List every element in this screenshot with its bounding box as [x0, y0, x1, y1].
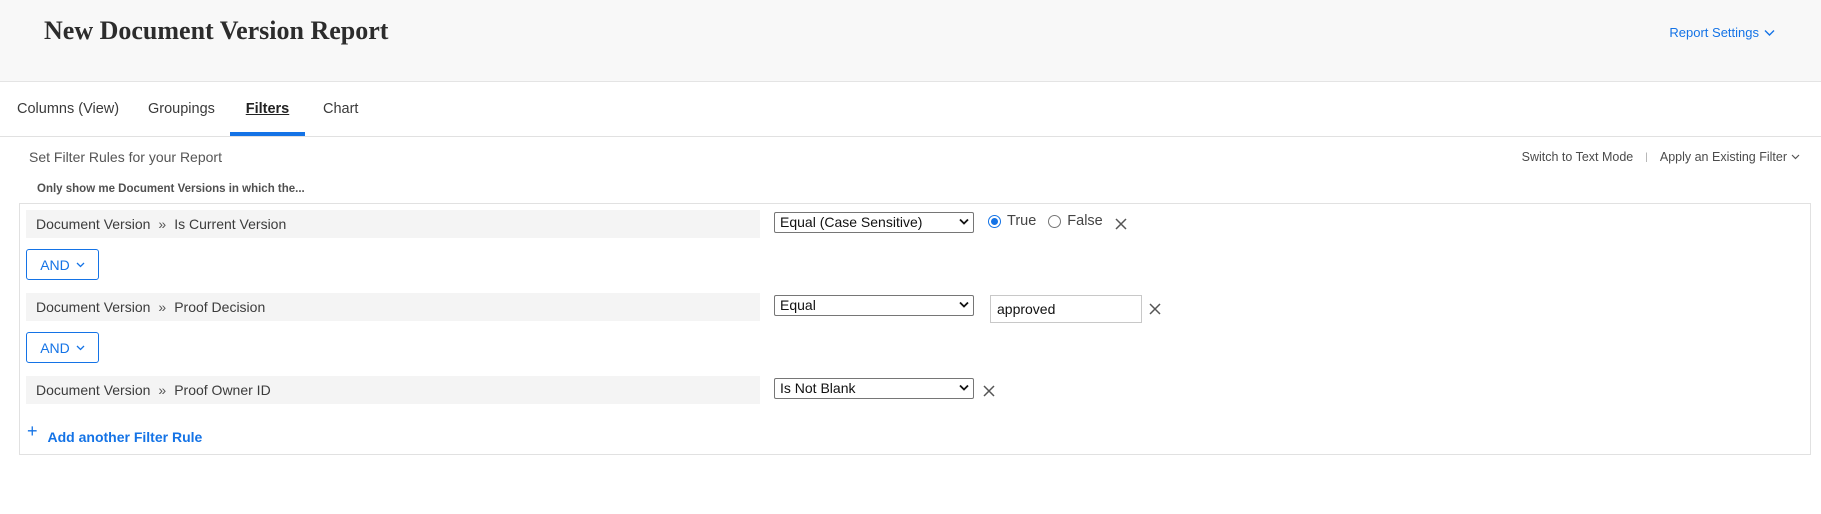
chevron-down-icon: [1764, 29, 1775, 36]
report-tabs: Columns (View) Groupings Filters Chart: [0, 82, 1821, 137]
report-settings-button[interactable]: Report Settings: [1669, 25, 1775, 40]
filter-field-path[interactable]: Document Version » Is Current Version: [26, 210, 760, 238]
filter-toolbar: Switch to Text Mode | Apply an Existing …: [1522, 150, 1800, 164]
filter-intro-text: Only show me Document Versions in which …: [37, 183, 305, 195]
connector-label: AND: [40, 339, 70, 356]
operator-select[interactable]: Is Not Blank: [774, 378, 974, 399]
field-name: Is Current Version: [174, 216, 287, 232]
chevron-down-icon: [959, 384, 969, 391]
false-radio[interactable]: [1048, 214, 1062, 228]
double-chevron-right-icon: »: [158, 299, 167, 315]
switch-to-text-mode-link[interactable]: Switch to Text Mode: [1522, 150, 1634, 164]
filter-field-path[interactable]: Document Version » Proof Decision: [26, 293, 760, 321]
and-connector-button[interactable]: AND: [26, 249, 99, 280]
boolean-radio-group: True False: [988, 213, 1115, 229]
operator-value: Is Not Blank: [780, 380, 856, 396]
chevron-down-icon: [76, 345, 85, 350]
filter-field-path[interactable]: Document Version » Proof Owner ID: [26, 376, 760, 404]
section-title: Set Filter Rules for your Report: [29, 149, 222, 165]
chevron-down-icon: [959, 218, 969, 225]
operator-value: Equal (Case Sensitive): [780, 214, 923, 230]
field-object: Document Version: [36, 216, 151, 232]
apply-existing-filter-button[interactable]: Apply an Existing Filter: [1660, 150, 1800, 164]
apply-existing-filter-label: Apply an Existing Filter: [1659, 150, 1787, 164]
page-title: New Document Version Report: [44, 16, 389, 45]
true-radio-label: True: [1007, 213, 1037, 229]
field-name: Proof Owner ID: [174, 382, 271, 398]
filter-value-input[interactable]: approved: [990, 295, 1142, 323]
field-name: Proof Decision: [174, 299, 266, 315]
chevron-down-icon: [76, 262, 85, 267]
tab-chart[interactable]: Chart: [323, 82, 358, 136]
operator-select[interactable]: Equal (Case Sensitive): [774, 212, 974, 233]
page-header: New Document Version Report Report Setti…: [0, 0, 1821, 82]
chevron-down-icon: [959, 301, 969, 308]
toolbar-divider: |: [1645, 151, 1648, 163]
field-object: Document Version: [36, 299, 151, 315]
operator-value: Equal: [780, 297, 816, 313]
plus-icon: +: [27, 421, 38, 441]
connector-label: AND: [40, 256, 70, 273]
chevron-down-icon: [1791, 154, 1800, 160]
double-chevron-right-icon: »: [158, 382, 167, 398]
true-radio[interactable]: [988, 214, 1001, 228]
operator-select[interactable]: Equal: [774, 295, 974, 316]
close-icon[interactable]: [982, 384, 996, 398]
tab-groupings[interactable]: Groupings: [148, 82, 215, 136]
close-icon[interactable]: [1148, 302, 1162, 316]
tab-columns-view[interactable]: Columns (View): [17, 82, 119, 136]
tab-filters[interactable]: Filters: [230, 82, 305, 136]
filter-rules-container: Document Version » Is Current Version Eq…: [19, 203, 1811, 455]
and-connector-button[interactable]: AND: [26, 332, 99, 363]
report-settings-label: Report Settings: [1669, 25, 1759, 40]
false-radio-label: False: [1067, 213, 1103, 229]
add-filter-rule-button[interactable]: + Add another Filter Rule: [27, 421, 203, 447]
double-chevron-right-icon: »: [158, 216, 167, 232]
field-object: Document Version: [36, 382, 151, 398]
close-icon[interactable]: [1114, 217, 1128, 231]
add-filter-rule-label: Add another Filter Rule: [47, 428, 203, 445]
